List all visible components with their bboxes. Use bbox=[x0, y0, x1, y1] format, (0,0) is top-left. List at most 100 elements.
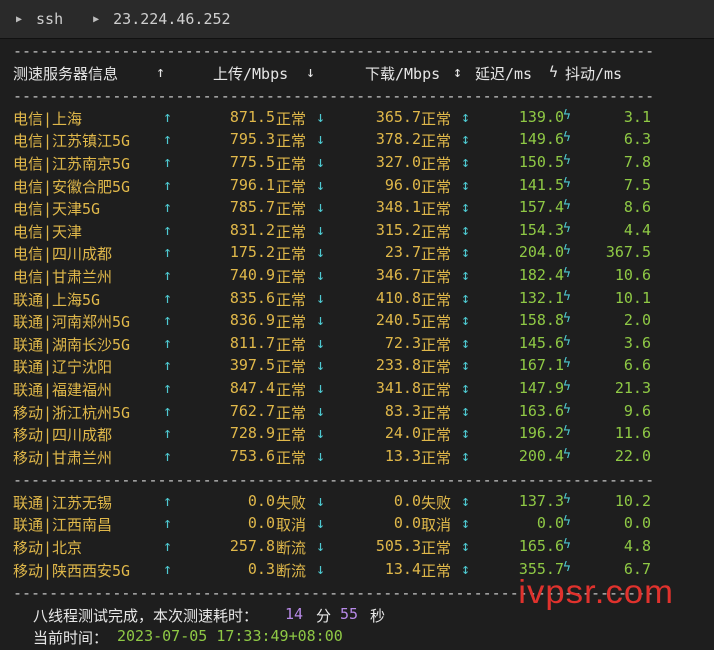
summary-minutes: 14 bbox=[285, 604, 304, 623]
latency-value: 145.6 bbox=[518, 333, 564, 352]
header-download-arrow: ↕ bbox=[453, 62, 463, 81]
download-status: 正常 bbox=[421, 177, 452, 196]
tab-host[interactable]: ▶ 23.224.46.252 bbox=[93, 10, 260, 28]
table-row: 联通|河南郑州5G ↑ 836.9 正常 ↓ 240.5 正常 ↕ 158.8 ϟ 2.0 bbox=[13, 311, 703, 334]
server-location: 移动|四川成都 bbox=[13, 426, 113, 445]
download-value: 365.7 bbox=[375, 107, 421, 126]
server-location: 移动|浙江杭州5G bbox=[13, 403, 131, 422]
jitter-value: 10.6 bbox=[614, 265, 651, 284]
table-row: 电信|甘肃兰州 ↑ 740.9 正常 ↓ 346.7 正常 ↕ 182.4 ϟ 10.6 bbox=[13, 266, 703, 289]
latency-value: 139.0 bbox=[518, 107, 564, 126]
download-value: 315.2 bbox=[375, 220, 421, 239]
upload-status: 正常 bbox=[276, 380, 307, 399]
upload-value: 0.0 bbox=[247, 514, 275, 533]
upload-status: 失败 bbox=[276, 493, 307, 512]
download-status: 正常 bbox=[421, 539, 452, 558]
updown-arrow-icon: ↕ bbox=[461, 152, 471, 171]
terminal-tab-bar: ▶ ssh ▶ 23.224.46.252 bbox=[0, 0, 714, 39]
up-arrow-icon: ↑ bbox=[163, 378, 173, 397]
updown-arrow-icon: ↕ bbox=[461, 514, 471, 533]
upload-value: 871.5 bbox=[229, 107, 275, 126]
download-value: 327.0 bbox=[375, 152, 421, 171]
upload-status: 断流 bbox=[276, 539, 307, 558]
table-row: 移动|四川成都 ↑ 728.9 正常 ↓ 24.0 正常 ↕ 196.2 ϟ 11.6 bbox=[13, 424, 703, 447]
server-location: 联通|河南郑州5G bbox=[13, 313, 131, 332]
upload-value: 796.1 bbox=[229, 175, 275, 194]
down-arrow-icon: ↓ bbox=[316, 175, 326, 194]
header-jitter: 抖动/ms bbox=[565, 64, 623, 83]
download-value: 13.3 bbox=[384, 446, 421, 465]
latency-value: 163.6 bbox=[518, 401, 564, 420]
table-row: 移动|浙江杭州5G ↑ 762.7 正常 ↓ 83.3 正常 ↕ 163.6 ϟ 9.6 bbox=[13, 402, 703, 425]
bolt-icon: ϟ bbox=[563, 356, 571, 372]
up-arrow-icon: ↑ bbox=[163, 243, 173, 262]
bolt-icon: ϟ bbox=[563, 107, 571, 123]
upload-value: 762.7 bbox=[229, 401, 275, 420]
upload-status: 正常 bbox=[276, 267, 307, 286]
table-row: 电信|天津 ↑ 831.2 正常 ↓ 315.2 正常 ↕ 154.3 ϟ 4.4 bbox=[13, 221, 703, 244]
up-arrow-icon: ↑ bbox=[163, 152, 173, 171]
server-location: 电信|上海 bbox=[13, 109, 83, 128]
down-arrow-icon: ↓ bbox=[316, 401, 326, 420]
updown-arrow-icon: ↕ bbox=[461, 265, 471, 284]
server-location: 移动|甘肃兰州 bbox=[13, 448, 113, 467]
download-value: 410.8 bbox=[375, 288, 421, 307]
latency-value: 157.4 bbox=[518, 198, 564, 217]
bolt-icon: ϟ bbox=[563, 514, 571, 530]
header-upload-arrow: ↓ bbox=[306, 62, 316, 81]
bolt-icon: ϟ bbox=[563, 152, 571, 168]
upload-status: 正常 bbox=[276, 245, 307, 264]
upload-value: 836.9 bbox=[229, 311, 275, 330]
results-group-normal: 电信|上海 ↑ 871.5 正常 ↓ 365.7 正常 ↕ 139.0 ϟ 3.1 电信|江苏镇江5G… bbox=[13, 108, 703, 470]
latency-value: 0.0 bbox=[536, 514, 564, 533]
separator-line: ----------------------------------------… bbox=[13, 87, 655, 106]
download-value: 23.7 bbox=[384, 243, 421, 262]
upload-status: 正常 bbox=[276, 132, 307, 151]
down-arrow-icon: ↓ bbox=[316, 288, 326, 307]
up-arrow-icon: ↑ bbox=[163, 446, 173, 465]
down-arrow-icon: ↓ bbox=[316, 491, 326, 510]
header-server: 测速服务器信息 bbox=[13, 64, 119, 83]
separator-line: ----------------------------------------… bbox=[13, 42, 655, 60]
server-location: 联通|江苏无锡 bbox=[13, 493, 113, 512]
updown-arrow-icon: ↕ bbox=[461, 175, 471, 194]
download-status: 正常 bbox=[421, 313, 452, 332]
download-status: 取消 bbox=[421, 516, 452, 535]
tab-label: ssh bbox=[36, 10, 64, 28]
download-value: 341.8 bbox=[375, 378, 421, 397]
upload-value: 740.9 bbox=[229, 265, 275, 284]
down-arrow-icon: ↓ bbox=[316, 356, 326, 375]
upload-value: 775.5 bbox=[229, 152, 275, 171]
download-value: 378.2 bbox=[375, 130, 421, 149]
jitter-value: 3.1 bbox=[623, 107, 651, 126]
upload-status: 正常 bbox=[276, 154, 307, 173]
tab-ssh[interactable]: ▶ ssh bbox=[16, 10, 93, 28]
summary-sec-unit: 秒 bbox=[370, 606, 386, 625]
latency-value: 165.6 bbox=[518, 537, 564, 556]
upload-value: 0.3 bbox=[247, 559, 275, 578]
updown-arrow-icon: ↕ bbox=[461, 378, 471, 397]
latency-value: 149.6 bbox=[518, 130, 564, 149]
bolt-icon: ϟ bbox=[563, 491, 571, 507]
down-arrow-icon: ↓ bbox=[316, 198, 326, 217]
download-status: 正常 bbox=[421, 426, 452, 445]
updown-arrow-icon: ↕ bbox=[461, 311, 471, 330]
latency-value: 200.4 bbox=[518, 446, 564, 465]
summary-prefix: 八线程测试完成，本次测速耗时： bbox=[33, 606, 259, 625]
server-location: 移动|北京 bbox=[13, 539, 83, 558]
down-arrow-icon: ↓ bbox=[316, 220, 326, 239]
tab-label: 23.224.46.252 bbox=[113, 10, 231, 28]
header-server-arrow: ↑ bbox=[156, 62, 166, 81]
latency-value: 132.1 bbox=[518, 288, 564, 307]
updown-arrow-icon: ↕ bbox=[461, 491, 471, 510]
server-location: 联通|江西南昌 bbox=[13, 516, 113, 535]
down-arrow-icon: ↓ bbox=[316, 514, 326, 533]
down-arrow-icon: ↓ bbox=[316, 446, 326, 465]
download-status: 正常 bbox=[421, 380, 452, 399]
download-value: 348.1 bbox=[375, 198, 421, 217]
latency-value: 154.3 bbox=[518, 220, 564, 239]
table-row: 联通|江苏无锡 ↑ 0.0 失败 ↓ 0.0 失败 ↕ 137.3 ϟ 10.2 bbox=[13, 492, 703, 515]
download-value: 233.8 bbox=[375, 356, 421, 375]
play-triangle-icon: ▶ bbox=[16, 13, 23, 25]
upload-status: 断流 bbox=[276, 561, 307, 580]
